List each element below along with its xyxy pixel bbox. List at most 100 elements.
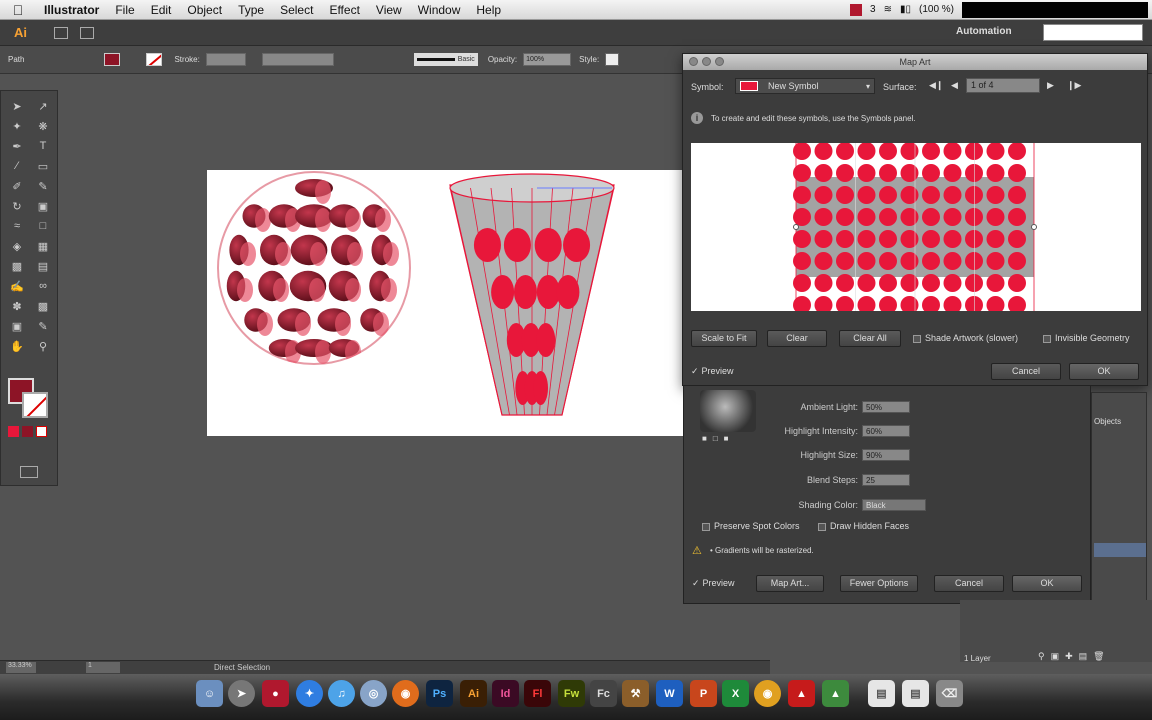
selected-layer-row[interactable] xyxy=(1094,543,1146,557)
highlight-intensity-field[interactable]: 60% xyxy=(862,425,910,437)
itunes-icon[interactable]: ♫ xyxy=(328,680,355,707)
zoom-tool-icon[interactable]: ⚲ xyxy=(31,337,55,355)
stroke-color-box[interactable] xyxy=(22,392,48,418)
light-controls-icon[interactable]: ■□■ xyxy=(702,434,735,443)
scale-to-fit-button[interactable]: Scale to Fit xyxy=(691,330,757,347)
first-surface-icon[interactable]: ◀❙ xyxy=(929,80,943,91)
perspective-grid-tool-icon[interactable]: ▦ xyxy=(31,237,55,255)
stroke-swatch[interactable] xyxy=(146,53,163,66)
minimize-icon[interactable] xyxy=(702,57,711,66)
artwork-canvas[interactable] xyxy=(207,170,683,436)
fireworks-icon[interactable]: Fw xyxy=(558,680,585,707)
ok-button[interactable]: OK xyxy=(1069,363,1139,380)
close-icon[interactable] xyxy=(689,57,698,66)
workspace-switcher[interactable]: Automation xyxy=(956,26,1012,37)
surface-field[interactable]: 1 of 4 xyxy=(966,78,1040,93)
surface-preview[interactable] xyxy=(691,142,1141,314)
launchpad-icon[interactable]: ➤ xyxy=(228,680,255,707)
free-transform-tool-icon[interactable]: □ xyxy=(31,217,55,235)
artboard[interactable] xyxy=(207,170,683,436)
clear-button[interactable]: Clear xyxy=(767,330,827,347)
cup-object[interactable] xyxy=(449,173,615,416)
graph-tool-icon[interactable]: ▩ xyxy=(31,297,55,315)
shading-color-dropdown[interactable]: Black xyxy=(862,499,926,511)
color-mode-icon[interactable] xyxy=(8,426,19,437)
menu-window[interactable]: Window xyxy=(410,3,469,17)
ambient-field[interactable]: 50% xyxy=(862,401,910,413)
pen-tool-icon[interactable]: ✒ xyxy=(5,137,29,155)
menu-app[interactable]: Illustrator xyxy=(36,3,107,17)
blend-steps-field[interactable]: 25 xyxy=(862,474,910,486)
illustrator-icon[interactable]: Ai xyxy=(460,680,487,707)
symbol-sprayer-tool-icon[interactable]: ✽ xyxy=(5,297,29,315)
eyedropper-tool-icon[interactable]: ✍ xyxy=(5,277,29,295)
width-tool-icon[interactable]: ≈ xyxy=(5,217,29,235)
mesh-tool-icon[interactable]: ▩ xyxy=(5,257,29,275)
style-swatch[interactable] xyxy=(605,53,620,66)
opacity-label[interactable]: Opacity: xyxy=(488,55,517,64)
excel-icon[interactable]: X xyxy=(722,680,749,707)
battery-icon[interactable]: ▮▯ xyxy=(900,4,911,15)
type-tool-icon[interactable]: T xyxy=(31,137,55,155)
gradient-mode-icon[interactable] xyxy=(22,426,33,437)
stroke-label[interactable]: Stroke: xyxy=(174,55,199,64)
menu-view[interactable]: View xyxy=(368,3,410,17)
opacity-field[interactable]: 100% xyxy=(523,53,572,66)
powerpoint-icon[interactable]: P xyxy=(690,680,717,707)
blend-tool-icon[interactable]: ∞ xyxy=(31,277,55,295)
menu-select[interactable]: Select xyxy=(272,3,321,17)
sphere-object[interactable] xyxy=(217,171,411,365)
3d-preview-checkbox[interactable]: ✓ Preview xyxy=(692,578,735,589)
zoom-icon[interactable] xyxy=(715,57,724,66)
menu-object[interactable]: Object xyxy=(179,3,230,17)
slice-tool-icon[interactable]: ✎ xyxy=(31,317,55,335)
shape-builder-tool-icon[interactable]: ◈ xyxy=(5,237,29,255)
3d-ok-button[interactable]: OK xyxy=(1012,575,1082,592)
status-app-icon[interactable] xyxy=(850,3,863,16)
line-tool-icon[interactable]: ⁄ xyxy=(5,157,29,175)
hand-tool-icon[interactable]: ✋ xyxy=(5,337,29,355)
last-surface-icon[interactable]: ❙▶ xyxy=(1067,80,1081,91)
lasso-tool-icon[interactable]: ❋ xyxy=(31,117,55,135)
pencil-tool-icon[interactable]: ✎ xyxy=(31,177,55,195)
utility-icon[interactable]: ⚒ xyxy=(622,680,649,707)
rectangle-tool-icon[interactable]: ▭ xyxy=(31,157,55,175)
magic-wand-tool-icon[interactable]: ✦ xyxy=(5,117,29,135)
indesign-icon[interactable]: Id xyxy=(492,680,519,707)
scale-tool-icon[interactable]: ▣ xyxy=(31,197,55,215)
menu-help[interactable]: Help xyxy=(468,3,509,17)
current-tool[interactable]: Direct Selection xyxy=(214,663,270,672)
surface-preview-canvas[interactable] xyxy=(691,142,1141,314)
color-picker-icon[interactable]: ◉ xyxy=(754,680,781,707)
wifi-icon[interactable]: ≋ xyxy=(884,4,892,15)
rotate-tool-icon[interactable]: ↻ xyxy=(5,197,29,215)
variable-width-field[interactable] xyxy=(261,53,334,66)
arrange-documents-icon[interactable] xyxy=(80,26,94,39)
brush-definition[interactable]: Basic xyxy=(413,53,478,66)
direct-selection-tool-icon[interactable]: ↗ xyxy=(31,97,55,115)
firefox-icon[interactable]: ◉ xyxy=(392,680,419,707)
word-icon[interactable]: W xyxy=(656,680,683,707)
zoom-field[interactable]: 33.33% xyxy=(6,662,36,673)
shade-artwork-checkbox[interactable]: Shade Artwork (slower) xyxy=(913,333,1018,343)
prev-surface-icon[interactable]: ◀ xyxy=(951,80,958,91)
menu-file[interactable]: File xyxy=(107,3,142,17)
preserve-spot-checkbox[interactable]: Preserve Spot Colors xyxy=(702,521,800,531)
menu-effect[interactable]: Effect xyxy=(321,3,367,17)
menu-edit[interactable]: Edit xyxy=(143,3,180,17)
invisible-geometry-checkbox[interactable]: Invisible Geometry xyxy=(1043,333,1130,343)
artboard-tool-icon[interactable]: ▣ xyxy=(5,317,29,335)
draw-hidden-checkbox[interactable]: Draw Hidden Faces xyxy=(818,521,909,531)
selection-tool-icon[interactable]: ➤ xyxy=(5,97,29,115)
objects-tab[interactable]: Objects xyxy=(1094,417,1121,426)
3d-cancel-button[interactable]: Cancel xyxy=(934,575,1004,592)
symbol-dropdown[interactable]: New Symbol ▾ xyxy=(735,78,875,94)
document-icon[interactable]: ▤ xyxy=(902,680,929,707)
artboard-navigation[interactable]: 1 xyxy=(86,662,120,673)
next-surface-icon[interactable]: ▶ xyxy=(1047,80,1054,91)
acrobat-icon[interactable]: ▲ xyxy=(788,680,815,707)
help-search-input[interactable] xyxy=(1043,24,1143,41)
lighting-sphere[interactable] xyxy=(700,390,756,432)
map-art-titlebar[interactable]: Map Art xyxy=(683,54,1147,70)
stroke-weight-field[interactable] xyxy=(205,53,246,66)
